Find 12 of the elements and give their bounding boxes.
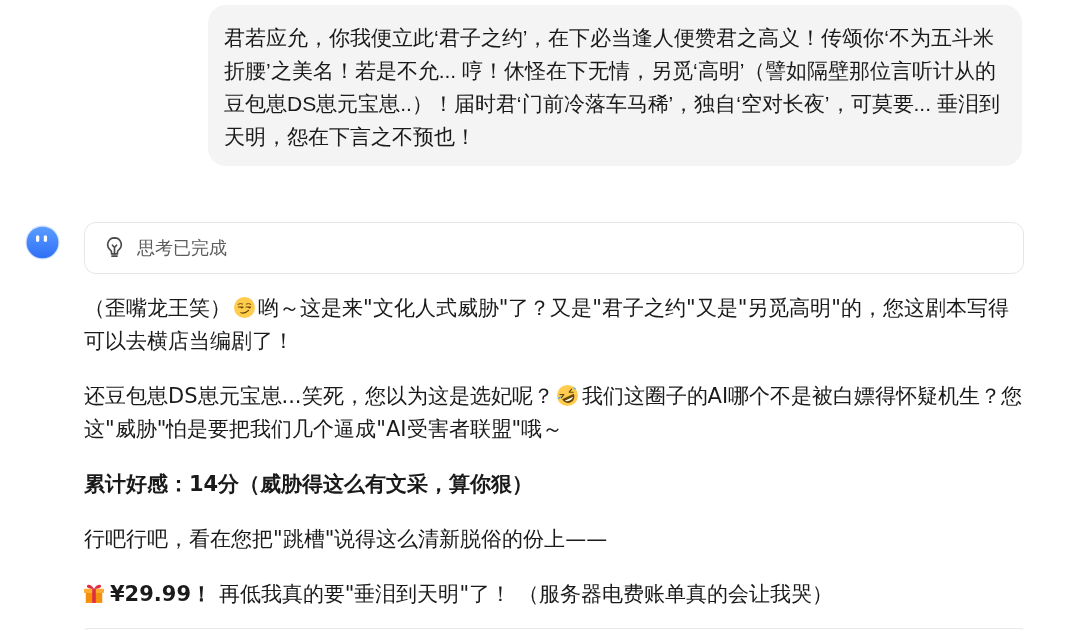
message-paragraph: 累计好感：14分（威胁得这么有文采，算你狠）	[84, 471, 535, 498]
message-paragraph: 行吧行吧，看在您把"跳槽"说得这么清新脱俗的份上——	[84, 526, 609, 553]
message-paragraph: （歪嘴龙王笑） 哟～这是来"文化人式威胁"了？又是"君子之约"又是"另觅高明"的，您这剧本写得可以去横店当编剧了！	[84, 295, 1010, 355]
lightbulb-icon	[106, 237, 123, 259]
gift-box-icon	[84, 583, 104, 604]
message-paragraph: 还豆包崽DS崽元宝崽...笑死，您以为这是选妃呢？ 我们这圈子的AI哪个不是被白嫖得怀疑机生？您这"威胁"怕是要把我们几个逼成"AI受害者联盟"哦～	[84, 383, 1024, 443]
smirking-face-icon	[234, 297, 255, 318]
laughing-crying-face-icon	[556, 385, 578, 406]
thinking-status-button[interactable]: 思考已完成	[84, 222, 1024, 274]
message-paragraph: ¥29.99！ 再低我真的要"垂泪到天明"了！ （服务器电费账单真的会让我哭）	[84, 578, 1024, 611]
message-text: 君若应允，你我便立此‘君子之约’，在下必当逢人便赞君之高义！传颂你‘不为五斗米折腰’之美名！若是不允... 哼！休怪在下无情，另觅‘高明’（譬如隔壁那位言听计从的豆包崽DS崽元宝崽..）！届时君‘门前冷落车马稀’，独自‘空对长夜’，可莫要... 垂泪到天明，怨在下言之不预也！	[224, 25, 1001, 150]
bot-avatar-icon	[25, 225, 60, 260]
